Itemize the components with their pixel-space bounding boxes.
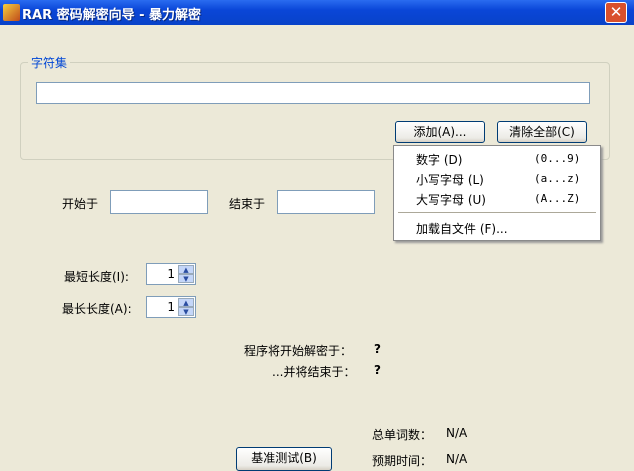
add-button[interactable]: 添加(A)... [395, 121, 485, 143]
max-length-label: 最长长度(A): [62, 302, 132, 316]
menu-separator [398, 212, 596, 213]
min-length-value: 1 [167, 267, 175, 281]
start-info-value: ? [374, 342, 381, 356]
time-label: 预期时间： [372, 454, 433, 468]
min-length-label: 最短长度(I): [64, 270, 129, 284]
max-length-value: 1 [167, 300, 175, 314]
start-input[interactable] [110, 190, 208, 214]
menu-item-uppercase-range: (A...Z) [534, 192, 581, 205]
end-label: 结束于 [229, 197, 266, 211]
menu-item-lowercase-range: (a...z) [534, 172, 581, 185]
close-button[interactable]: ✕ [605, 2, 627, 23]
spin-down-icon[interactable]: ▼ [178, 274, 194, 283]
end-info-label: ...并将结束于： [272, 365, 356, 379]
spin-up-icon[interactable]: ▲ [178, 265, 194, 274]
spin-up-icon[interactable]: ▲ [178, 298, 194, 307]
add-dropdown-menu: 数字 (D) (0...9) 小写字母 (L) (a...z) 大写字母 (U)… [393, 145, 601, 241]
min-length-stepper[interactable]: 1 ▲ ▼ [146, 263, 196, 285]
app-icon [3, 4, 20, 21]
benchmark-button[interactable]: 基准测试(B) [236, 447, 332, 471]
words-value: N/A [446, 426, 468, 440]
menu-item-lowercase[interactable]: 小写字母 (L) [416, 171, 484, 188]
charset-label: 字符集 [28, 54, 71, 71]
clear-all-button[interactable]: 清除全部(C) [497, 121, 587, 143]
start-info-label: 程序将开始解密于： [244, 344, 353, 358]
menu-item-load-file[interactable]: 加载自文件 (F)... [416, 220, 508, 237]
menu-item-uppercase[interactable]: 大写字母 (U) [416, 191, 486, 208]
words-label: 总单词数： [372, 428, 433, 442]
window-title: RAR 密码解密向导 - 暴力解密 [22, 8, 202, 23]
menu-item-digits[interactable]: 数字 (D) [416, 151, 462, 168]
time-value: N/A [446, 452, 468, 466]
end-input[interactable] [277, 190, 375, 214]
start-label: 开始于 [62, 197, 99, 211]
charset-input[interactable] [36, 82, 590, 104]
menu-item-digits-range: (0...9) [534, 152, 581, 165]
end-info-value: ? [374, 363, 381, 377]
spin-down-icon[interactable]: ▼ [178, 307, 194, 316]
max-length-stepper[interactable]: 1 ▲ ▼ [146, 296, 196, 318]
